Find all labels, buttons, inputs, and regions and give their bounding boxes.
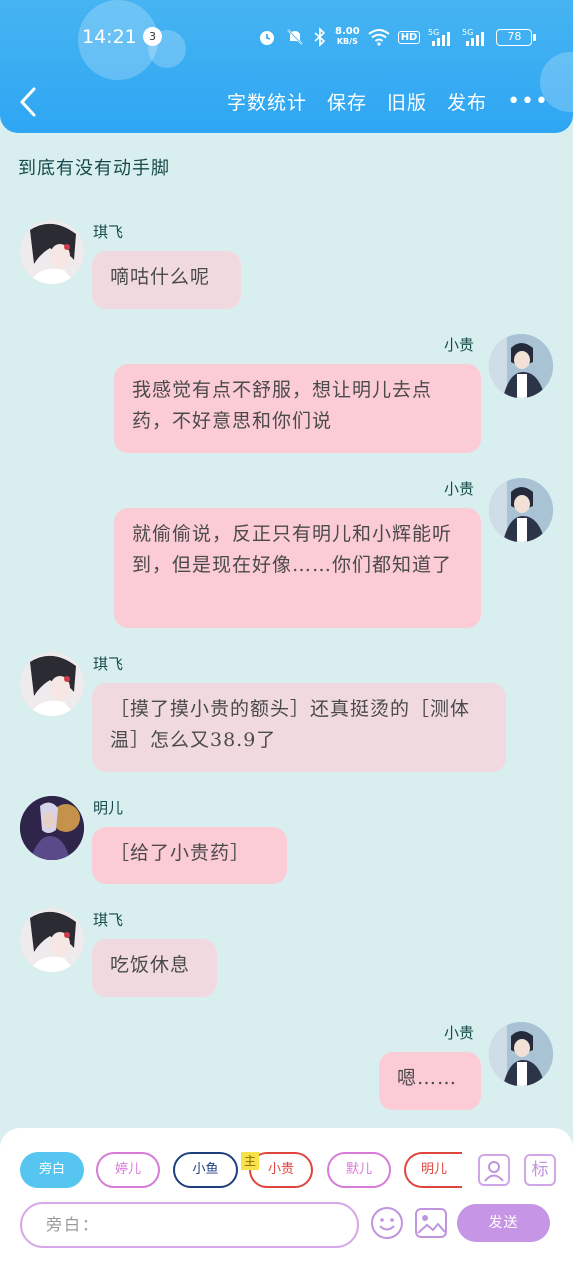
avatar[interactable] — [20, 652, 84, 716]
message-bubble[interactable]: 吃饭休息 — [92, 939, 217, 997]
battery-icon: 78 — [496, 28, 537, 46]
status-time: 14:21 — [82, 26, 137, 48]
speaker-name: 琪飞 — [93, 223, 124, 241]
speaker-name: 小贵 — [444, 336, 475, 354]
notification-badge: 3 — [143, 27, 162, 46]
signal-icon: 5G — [462, 28, 485, 46]
role-chip[interactable]: 小鱼 — [173, 1152, 238, 1188]
top-toolbar: 字数统计 保存 旧版 发布 ••• — [227, 88, 549, 115]
net-speed: 8.00 KB/S — [335, 27, 360, 47]
image-icon[interactable] — [414, 1206, 448, 1240]
app-header: 14:21 3 8.00 KB/S HD 5G 5G 78 字数统计 保存 旧版… — [0, 0, 573, 133]
role-chip[interactable]: 明儿 — [404, 1152, 462, 1188]
old-version-button[interactable]: 旧版 — [387, 88, 427, 115]
signal-icon: 5G — [428, 28, 451, 46]
net-speed-unit: KB/S — [336, 37, 358, 46]
alarm-icon — [260, 31, 274, 45]
composer-panel: 旁白 婷儿 小鱼 小贵 主 默儿 明儿 标 旁白： 发送 — [0, 1128, 573, 1280]
message-bubble[interactable]: 我感觉有点不舒服，想让明儿去点药，不好意思和你们说 — [114, 364, 481, 453]
avatar[interactable] — [489, 334, 553, 398]
main-role-tag: 主 — [241, 1152, 259, 1170]
svg-text:5G: 5G — [428, 28, 439, 37]
avatar[interactable] — [20, 908, 84, 972]
message-bubble[interactable]: 嗯…… — [379, 1052, 481, 1110]
send-button[interactable]: 发送 — [457, 1204, 550, 1242]
role-chip-narrator[interactable]: 旁白 — [20, 1152, 84, 1188]
more-dots-icon[interactable]: ••• — [507, 89, 549, 114]
message-bubble[interactable]: ［摸了摸小贵的额头］还真挺烫的［测体温］怎么又38.9了 — [92, 683, 506, 772]
role-chip[interactable]: 婷儿 — [96, 1152, 160, 1188]
net-speed-value: 8.00 — [335, 26, 360, 37]
message-bubble[interactable]: 就偷偷说，反正只有明儿和小辉能听到，但是现在好像……你们都知道了 — [114, 508, 481, 628]
word-count-button[interactable]: 字数统计 — [227, 88, 307, 115]
avatar[interactable] — [489, 1022, 553, 1086]
speaker-name: 明儿 — [93, 799, 124, 817]
dialogue-input[interactable]: 旁白： — [20, 1202, 359, 1248]
speaker-name: 小贵 — [444, 1024, 475, 1042]
avatar[interactable] — [20, 220, 84, 284]
speaker-name: 琪飞 — [93, 911, 124, 929]
hd-badge: HD — [397, 30, 421, 44]
back-arrow-icon — [19, 87, 36, 117]
person-card-icon[interactable] — [478, 1154, 510, 1186]
role-chip[interactable]: 默儿 — [327, 1152, 391, 1188]
status-icons: 8.00 KB/S HD 5G 5G 78 — [257, 25, 537, 49]
speaker-name: 小贵 — [444, 480, 475, 498]
avatar[interactable] — [20, 796, 84, 860]
message-bubble[interactable]: 嘀咕什么呢 — [92, 251, 241, 309]
chat-title: 到底有没有动手脚 — [18, 158, 170, 179]
label-button[interactable]: 标 — [524, 1154, 556, 1186]
speaker-name: 琪飞 — [93, 655, 124, 673]
status-bar: 14:21 3 8.00 KB/S HD 5G 5G 78 — [0, 18, 573, 58]
message-bubble[interactable]: ［给了小贵药］ — [92, 827, 287, 884]
back-button[interactable] — [18, 86, 48, 120]
svg-text:5G: 5G — [462, 28, 473, 37]
mute-icon — [287, 29, 303, 45]
smiley-icon[interactable] — [370, 1206, 404, 1240]
wifi-icon — [368, 29, 390, 46]
avatar[interactable] — [489, 478, 553, 542]
publish-button[interactable]: 发布 — [447, 88, 487, 115]
save-button[interactable]: 保存 — [327, 88, 367, 115]
bluetooth-icon — [314, 27, 326, 47]
